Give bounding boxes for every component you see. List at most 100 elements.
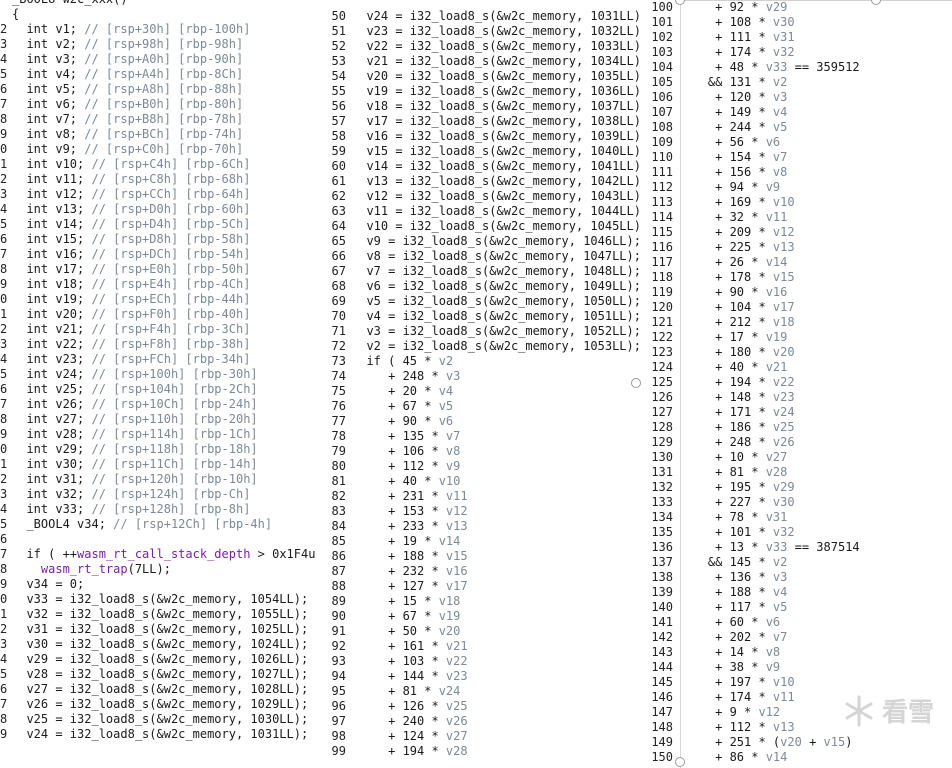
code-line[interactable]: 105 && 131 * v2 bbox=[639, 75, 952, 90]
code-line[interactable]: 101 + 108 * v30 bbox=[639, 15, 952, 30]
code-line[interactable]: 75 + 20 * v4 bbox=[322, 384, 639, 399]
code-line[interactable]: 0 int v19; // [rsp+ECh] [rbp-44h] bbox=[0, 292, 322, 307]
code-line[interactable]: 55 v19 = i32_load8_s(&w2c_memory, 1036LL… bbox=[322, 84, 639, 99]
code-line[interactable]: 2 int v11; // [rsp+C8h] [rbp-68h] bbox=[0, 172, 322, 187]
code-line[interactable]: 3 int v32; // [rsp+124h] [rbp-Ch] bbox=[0, 487, 322, 502]
code-line[interactable]: 133 + 227 * v30 bbox=[639, 495, 952, 510]
code-line[interactable]: 96 + 126 * v25 bbox=[322, 699, 639, 714]
code-line[interactable]: 102 + 111 * v31 bbox=[639, 30, 952, 45]
code-line[interactable]: 1 int v30; // [rsp+11Ch] [rbp-14h] bbox=[0, 457, 322, 472]
code-line[interactable]: 95 + 81 * v24 bbox=[322, 684, 639, 699]
code-line[interactable]: 132 + 195 * v29 bbox=[639, 480, 952, 495]
code-line[interactable]: 88 + 127 * v17 bbox=[322, 579, 639, 594]
code-line[interactable]: 141 + 60 * v6 bbox=[639, 615, 952, 630]
code-line[interactable]: 3 v30 = i32_load8_s(&w2c_memory, 1024LL)… bbox=[0, 637, 322, 652]
code-line[interactable]: 60 v14 = i32_load8_s(&w2c_memory, 1041LL… bbox=[322, 159, 639, 174]
code-line[interactable]: 7 v26 = i32_load8_s(&w2c_memory, 1029LL)… bbox=[0, 697, 322, 712]
code-line[interactable]: 69 v5 = i32_load8_s(&w2c_memory, 1050LL)… bbox=[322, 294, 639, 309]
code-line[interactable]: 6 int v5; // [rsp+A8h] [rbp-88h] bbox=[0, 82, 322, 97]
code-line[interactable]: 119 + 90 * v16 bbox=[639, 285, 952, 300]
code-line[interactable]: 138 + 136 * v3 bbox=[639, 570, 952, 585]
code-line[interactable]: 128 + 186 * v25 bbox=[639, 420, 952, 435]
code-line[interactable]: 140 + 117 * v5 bbox=[639, 600, 952, 615]
code-line[interactable]: 149 + 251 * (v20 + v15) bbox=[639, 735, 952, 750]
code-line[interactable]: 61 v13 = i32_load8_s(&w2c_memory, 1042LL… bbox=[322, 174, 639, 189]
code-line[interactable]: 103 + 174 * v32 bbox=[639, 45, 952, 60]
code-line[interactable]: { bbox=[0, 7, 322, 22]
code-line[interactable]: 150 + 86 * v14 bbox=[639, 750, 952, 765]
code-line[interactable]: 62 v12 = i32_load8_s(&w2c_memory, 1043LL… bbox=[322, 189, 639, 204]
code-line[interactable]: 3 int v12; // [rsp+CCh] [rbp-64h] bbox=[0, 187, 322, 202]
code-line[interactable]: 78 + 135 * v7 bbox=[322, 429, 639, 444]
code-line[interactable]: 9 int v28; // [rsp+114h] [rbp-1Ch] bbox=[0, 427, 322, 442]
code-line[interactable]: 65 v9 = i32_load8_s(&w2c_memory, 1046LL)… bbox=[322, 234, 639, 249]
code-line[interactable]: 92 + 161 * v21 bbox=[322, 639, 639, 654]
code-line[interactable]: 143 + 14 * v8 bbox=[639, 645, 952, 660]
code-line[interactable]: 110 + 154 * v7 bbox=[639, 150, 952, 165]
code-line[interactable]: 6 int v25; // [rsp+104h] [rbp-2Ch] bbox=[0, 382, 322, 397]
code-line[interactable]: 4 int v13; // [rsp+D0h] [rbp-60h] bbox=[0, 202, 322, 217]
code-line[interactable]: 74 + 248 * v3 bbox=[322, 369, 639, 384]
code-line[interactable]: 64 v10 = i32_load8_s(&w2c_memory, 1045LL… bbox=[322, 219, 639, 234]
code-line[interactable]: 8 wasm_rt_trap(7LL); bbox=[0, 562, 322, 577]
code-line[interactable]: 97 + 240 * v26 bbox=[322, 714, 639, 729]
code-line[interactable]: 125 + 194 * v22 bbox=[639, 375, 952, 390]
code-line[interactable]: 85 + 19 * v14 bbox=[322, 534, 639, 549]
code-line[interactable]: 145 + 197 * v10 bbox=[639, 675, 952, 690]
code-line[interactable]: 108 + 244 * v5 bbox=[639, 120, 952, 135]
code-line[interactable]: 84 + 233 * v13 bbox=[322, 519, 639, 534]
code-line[interactable]: 4 int v33; // [rsp+128h] [rbp-8h] bbox=[0, 502, 322, 517]
code-line[interactable]: 63 v11 = i32_load8_s(&w2c_memory, 1044LL… bbox=[322, 204, 639, 219]
pseudocode-pane-right[interactable]: 100 + 92 * v29 101 + 108 * v30 102 + 111 *… bbox=[639, 0, 952, 768]
code-line[interactable]: 9 v24 = i32_load8_s(&w2c_memory, 1031LL)… bbox=[0, 727, 322, 742]
code-line[interactable]: 0 int v29; // [rsp+118h] [rbp-18h] bbox=[0, 442, 322, 457]
resize-handle[interactable] bbox=[631, 378, 641, 388]
code-line[interactable]: 99 + 194 * v28 bbox=[322, 744, 639, 759]
code-line[interactable]: 121 + 212 * v18 bbox=[639, 315, 952, 330]
code-line[interactable]: 139 + 188 * v4 bbox=[639, 585, 952, 600]
code-line[interactable]: 72 v2 = i32_load8_s(&w2c_memory, 1053LL)… bbox=[322, 339, 639, 354]
code-line[interactable]: _BOOL8 w2c_xxx() bbox=[0, 0, 322, 7]
resize-handle[interactable] bbox=[675, 757, 685, 767]
code-line[interactable]: 112 + 94 * v9 bbox=[639, 180, 952, 195]
code-line[interactable]: 91 + 50 * v20 bbox=[322, 624, 639, 639]
code-line[interactable]: 94 + 144 * v23 bbox=[322, 669, 639, 684]
code-line[interactable]: 8 int v17; // [rsp+E0h] [rbp-50h] bbox=[0, 262, 322, 277]
code-line[interactable]: 70 v4 = i32_load8_s(&w2c_memory, 1051LL)… bbox=[322, 309, 639, 324]
code-line[interactable]: 104 + 48 * v33 == 359512 bbox=[639, 60, 952, 75]
code-line[interactable]: 1 int v10; // [rsp+C4h] [rbp-6Ch] bbox=[0, 157, 322, 172]
code-line[interactable]: 129 + 248 * v26 bbox=[639, 435, 952, 450]
code-line[interactable]: 9 v34 = 0; bbox=[0, 577, 322, 592]
code-line[interactable]: 124 + 40 * v21 bbox=[639, 360, 952, 375]
code-line[interactable]: 126 + 148 * v23 bbox=[639, 390, 952, 405]
code-line[interactable]: 4 int v3; // [rsp+A0h] [rbp-90h] bbox=[0, 52, 322, 67]
code-line[interactable]: 57 v17 = i32_load8_s(&w2c_memory, 1038LL… bbox=[322, 114, 639, 129]
code-line[interactable]: 142 + 202 * v7 bbox=[639, 630, 952, 645]
code-line[interactable]: 73 if ( 45 * v2 bbox=[322, 354, 639, 369]
code-line[interactable]: 114 + 32 * v11 bbox=[639, 210, 952, 225]
code-line[interactable]: 86 + 188 * v15 bbox=[322, 549, 639, 564]
code-line[interactable]: 9 int v8; // [rsp+BCh] [rbp-74h] bbox=[0, 127, 322, 142]
code-line[interactable]: 51 v23 = i32_load8_s(&w2c_memory, 1032LL… bbox=[322, 24, 639, 39]
code-line[interactable]: 7 int v6; // [rsp+B0h] [rbp-80h] bbox=[0, 97, 322, 112]
code-line[interactable]: 5 _BOOL4 v34; // [rsp+12Ch] [rbp-4h] bbox=[0, 517, 322, 532]
code-line[interactable]: 100 + 92 * v29 bbox=[639, 0, 952, 15]
code-line[interactable]: 3 int v2; // [rsp+98h] [rbp-98h] bbox=[0, 37, 322, 52]
code-line[interactable]: 5 int v24; // [rsp+100h] [rbp-30h] bbox=[0, 367, 322, 382]
code-line[interactable]: 66 v8 = i32_load8_s(&w2c_memory, 1047LL)… bbox=[322, 249, 639, 264]
code-line[interactable]: 98 + 124 * v27 bbox=[322, 729, 639, 744]
code-line[interactable]: 1 v32 = i32_load8_s(&w2c_memory, 1055LL)… bbox=[0, 607, 322, 622]
code-line[interactable]: 71 v3 = i32_load8_s(&w2c_memory, 1052LL)… bbox=[322, 324, 639, 339]
code-line[interactable]: 113 + 169 * v10 bbox=[639, 195, 952, 210]
code-line[interactable]: 53 v21 = i32_load8_s(&w2c_memory, 1034LL… bbox=[322, 54, 639, 69]
code-line[interactable]: 2 v31 = i32_load8_s(&w2c_memory, 1025LL)… bbox=[0, 622, 322, 637]
code-line[interactable]: 56 v18 = i32_load8_s(&w2c_memory, 1037LL… bbox=[322, 99, 639, 114]
code-line[interactable]: 59 v15 = i32_load8_s(&w2c_memory, 1040LL… bbox=[322, 144, 639, 159]
code-line[interactable]: 8 v25 = i32_load8_s(&w2c_memory, 1030LL)… bbox=[0, 712, 322, 727]
code-line[interactable]: 83 + 153 * v12 bbox=[322, 504, 639, 519]
code-line[interactable]: 6 bbox=[0, 532, 322, 547]
code-line[interactable]: 89 + 15 * v18 bbox=[322, 594, 639, 609]
code-line[interactable]: 8 int v7; // [rsp+B8h] [rbp-78h] bbox=[0, 112, 322, 127]
code-line[interactable]: 8 int v27; // [rsp+110h] [rbp-20h] bbox=[0, 412, 322, 427]
code-line[interactable]: 115 + 209 * v12 bbox=[639, 225, 952, 240]
